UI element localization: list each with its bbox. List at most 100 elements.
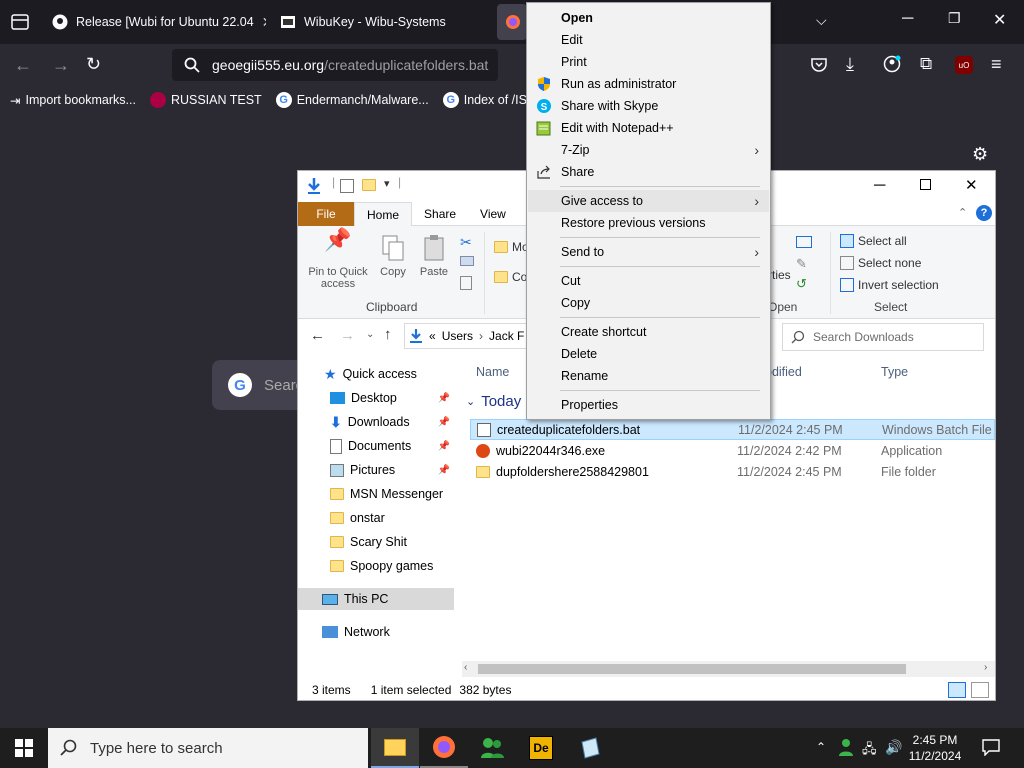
bookmark-endermanch[interactable]: G Endermanch/Malware...: [275, 92, 429, 108]
scroll-right-icon[interactable]: ›: [984, 662, 987, 673]
address-bar[interactable]: « Users › Jack F: [404, 323, 529, 349]
edit-icon[interactable]: ✎: [796, 256, 807, 272]
nav-documents[interactable]: Documents 📌: [298, 435, 454, 457]
nav-desktop[interactable]: Desktop 📌: [298, 387, 454, 409]
nav-msn-messenger[interactable]: MSN Messenger: [298, 483, 454, 505]
nav-spoopy-games[interactable]: Spoopy games: [298, 555, 454, 577]
breadcrumb-user[interactable]: Jack F: [489, 329, 524, 343]
back-arrow-icon[interactable]: ←: [310, 327, 325, 344]
list-tabs-chevron-icon[interactable]: ⌵: [816, 12, 827, 29]
taskbar-firefox[interactable]: [420, 728, 468, 768]
ublock-icon[interactable]: uO: [955, 56, 973, 74]
browser-tab-wibukey[interactable]: WibuKey - Wibu-Systems: [272, 4, 490, 40]
menu-item-rename[interactable]: Rename: [528, 365, 769, 387]
tray-msn-icon[interactable]: [838, 738, 854, 756]
menu-item-copy[interactable]: Copy: [528, 292, 769, 314]
tab-view[interactable]: View: [468, 202, 518, 226]
nav-onstar[interactable]: onstar: [298, 507, 454, 529]
taskbar-msn-messenger[interactable]: [468, 728, 516, 768]
nav-this-pc[interactable]: This PC: [298, 588, 454, 610]
menu-icon[interactable]: ≡: [991, 54, 1002, 75]
nav-downloads[interactable]: ⬇ Downloads 📌: [298, 411, 454, 433]
close-tab-icon[interactable]: ✕: [262, 14, 266, 31]
nav-quick-access[interactable]: ★ Quick access: [298, 363, 454, 385]
reload-icon[interactable]: ↻: [86, 54, 101, 75]
nav-network[interactable]: Network: [298, 621, 454, 643]
menu-item-share[interactable]: Share: [528, 161, 769, 183]
invert-selection-button[interactable]: Invert selection: [840, 278, 939, 292]
menu-item-print[interactable]: Print: [528, 51, 769, 73]
tab-home[interactable]: Home: [354, 202, 413, 226]
browser-tab-active[interactable]: [497, 4, 527, 40]
scroll-thumb[interactable]: [478, 664, 906, 674]
pin-to-quick-access-button[interactable]: 📌 Pin to Quick access: [306, 229, 370, 291]
menu-item-cut[interactable]: Cut: [528, 270, 769, 292]
menu-item-send-to[interactable]: Send to ›: [528, 241, 769, 263]
browser-tab-release[interactable]: Release [Wubi for Ubuntu 22.04 ✕: [44, 4, 266, 40]
paste-shortcut-icon[interactable]: [460, 276, 472, 290]
address-overflow[interactable]: «: [429, 329, 436, 343]
explorer-maximize-icon[interactable]: [920, 179, 931, 190]
network-icon[interactable]: 🖧: [862, 740, 877, 762]
ribbon-collapse-chevron-icon[interactable]: ⌃: [958, 206, 967, 219]
search-downloads-input[interactable]: Search Downloads: [782, 323, 984, 351]
menu-item-notepad-plus[interactable]: Edit with Notepad++: [528, 117, 769, 139]
restore-icon[interactable]: ❐: [948, 10, 961, 27]
start-button[interactable]: [0, 728, 48, 768]
scroll-left-icon[interactable]: ‹: [464, 662, 467, 673]
properties-icon[interactable]: [340, 179, 354, 193]
pocket-icon[interactable]: [810, 56, 828, 74]
forward-arrow-icon[interactable]: →: [52, 55, 70, 76]
extensions-icon[interactable]: ⧉: [920, 54, 932, 74]
explorer-close-icon[interactable]: ✕: [965, 176, 978, 194]
explorer-minimize-icon[interactable]: ─: [874, 177, 885, 195]
tab-overview-icon[interactable]: [10, 12, 30, 32]
menu-item-restore-versions[interactable]: Restore previous versions: [528, 212, 769, 234]
account-icon[interactable]: [883, 55, 901, 73]
menu-item-share-skype[interactable]: S Share with Skype: [528, 95, 769, 117]
up-arrow-icon[interactable]: ↑: [384, 326, 392, 343]
select-none-button[interactable]: Select none: [840, 256, 921, 270]
large-icons-view-icon[interactable]: [971, 682, 989, 698]
details-view-icon[interactable]: [948, 682, 966, 698]
volume-icon[interactable]: 🔊: [885, 739, 902, 756]
menu-item-create-shortcut[interactable]: Create shortcut: [528, 321, 769, 343]
properties-button-partial[interactable]: rties: [768, 268, 791, 282]
copy-path-icon[interactable]: [460, 256, 474, 266]
nav-scary-shit[interactable]: Scary Shit: [298, 531, 454, 553]
copy-to-button[interactable]: Co: [494, 270, 527, 284]
menu-item-delete[interactable]: Delete: [528, 343, 769, 365]
column-type-header[interactable]: Type: [881, 365, 908, 379]
bookmark-import[interactable]: ⇥ Import bookmarks...: [10, 93, 136, 108]
breadcrumb-users[interactable]: Users: [442, 329, 473, 343]
close-window-icon[interactable]: ✕: [993, 10, 1006, 30]
qat-dropdown-icon[interactable]: ▾: [384, 177, 390, 190]
new-folder-icon[interactable]: [362, 179, 376, 191]
url-bar[interactable]: geoegii555.eu.org/createduplicatefolders…: [172, 49, 498, 81]
paste-button[interactable]: Paste: [416, 234, 452, 278]
horizontal-scrollbar[interactable]: ‹ ›: [462, 661, 995, 677]
cut-icon[interactable]: ✂: [460, 234, 472, 251]
downloads-icon[interactable]: ⤓: [846, 54, 854, 75]
menu-item-give-access[interactable]: Give access to ›: [528, 190, 769, 212]
menu-item-run-as-admin[interactable]: Run as administrator: [528, 73, 769, 95]
settings-gear-icon[interactable]: ⚙: [972, 144, 988, 165]
menu-item-7zip[interactable]: 7-Zip ›: [528, 139, 769, 161]
menu-item-edit[interactable]: Edit: [528, 29, 769, 51]
minimize-icon[interactable]: ─: [902, 10, 913, 28]
menu-item-properties[interactable]: Properties: [528, 394, 769, 416]
tray-overflow-icon[interactable]: ⌃: [816, 740, 826, 754]
recent-locations-icon[interactable]: ⌄: [366, 329, 374, 340]
taskbar-clock[interactable]: 2:45 PM 11/2/2024: [905, 732, 965, 764]
tab-file[interactable]: File: [298, 202, 354, 226]
notifications-icon[interactable]: [982, 738, 1000, 756]
group-header-today[interactable]: ⌄ Today: [466, 393, 521, 410]
move-to-button[interactable]: Mo: [494, 240, 529, 254]
back-arrow-icon[interactable]: ←: [14, 55, 32, 76]
open-icon[interactable]: [796, 236, 812, 248]
file-row[interactable]: wubi22044r346.exe 11/2/2024 2:42 PM Appl…: [470, 440, 995, 461]
forward-arrow-icon[interactable]: →: [340, 327, 355, 344]
file-row[interactable]: dupfoldershere2588429801 11/2/2024 2:45 …: [470, 461, 995, 482]
file-row[interactable]: createduplicatefolders.bat 11/2/2024 2:4…: [470, 419, 995, 440]
help-icon[interactable]: ?: [976, 205, 992, 221]
